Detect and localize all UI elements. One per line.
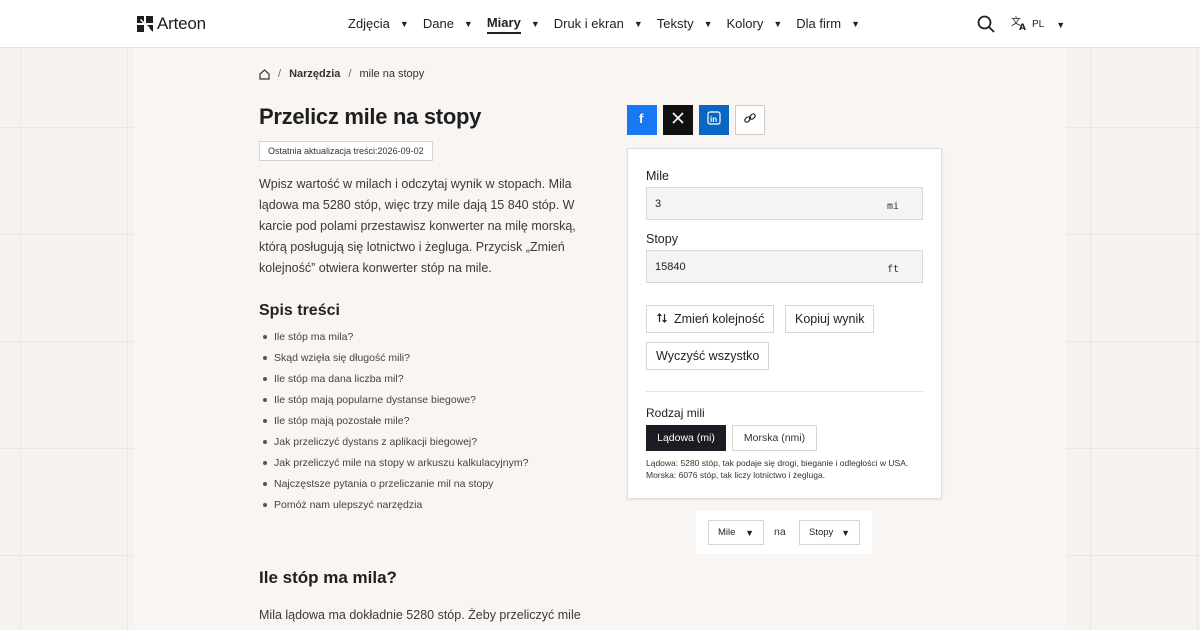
- chevron-down-icon: ▼: [841, 527, 850, 538]
- breadcrumb: / Narzędzia / mile na stopy: [259, 68, 424, 80]
- nav-item-dla-firm[interactable]: Dla firm ▼: [796, 0, 860, 48]
- nav-item-miary[interactable]: Miary ▼: [486, 0, 540, 48]
- miles-unit: mi: [886, 201, 899, 212]
- toc-title: Spis treści: [259, 302, 340, 319]
- search-icon[interactable]: [977, 15, 995, 33]
- nav-item-label: Dla firm: [796, 15, 842, 31]
- linkedin-share-button[interactable]: in: [699, 105, 729, 135]
- page-title: Przelicz mile na stopy: [259, 104, 482, 129]
- linkedin-icon: in: [707, 110, 721, 130]
- section-paragraph: Mila lądowa ma dokładnie 5280 stóp. Żeby…: [259, 608, 581, 622]
- copy-result-button[interactable]: Kopiuj wynik: [785, 305, 875, 333]
- chevron-down-icon: ▼: [773, 19, 783, 29]
- chevron-down-icon: ▼: [703, 19, 713, 29]
- to-unit-value: Stopy: [809, 527, 834, 538]
- facebook-icon: f: [635, 111, 649, 130]
- chevron-down-icon: ▼: [633, 19, 643, 29]
- share-buttons: f in: [627, 105, 765, 135]
- nav-item-teksty[interactable]: Teksty ▼: [657, 0, 713, 48]
- nav-item-label: Kolory: [726, 15, 764, 31]
- toc-link[interactable]: Ile stóp mają pozostałe mile?: [262, 413, 528, 434]
- chevron-down-icon: ▼: [851, 19, 860, 29]
- clear-all-button[interactable]: Wyczyść wszystko: [646, 342, 770, 370]
- nav-item-label: Druk i ekran: [553, 15, 624, 31]
- content-card: / Narzędzia / mile na stopy Przelicz mil…: [134, 48, 1066, 630]
- miles-field[interactable]: mi: [646, 187, 923, 220]
- section-heading: Ile stóp ma mila?: [259, 568, 397, 587]
- toc-link[interactable]: Jak przeliczyć mile na stopy w arkuszu k…: [262, 455, 528, 476]
- table-of-contents: Ile stóp ma mila? Skąd wzięła się długoś…: [262, 329, 528, 518]
- feet-input[interactable]: [647, 251, 877, 282]
- mile-kind-statute-button[interactable]: Lądowa (mi): [646, 425, 726, 451]
- breadcrumb-separator: /: [278, 68, 282, 80]
- x-icon: [671, 111, 685, 130]
- feet-field[interactable]: ft: [646, 250, 923, 283]
- intro-paragraph: Wpisz wartość w milach i odczytaj wynik …: [259, 177, 576, 275]
- last-updated-badge: Ostatnia aktualizacja treści:2026-09-02: [259, 141, 433, 161]
- nav-item-label: Miary: [486, 15, 521, 34]
- svg-text:in: in: [710, 115, 717, 124]
- miles-label: Mile: [646, 169, 669, 183]
- svg-text:f: f: [639, 111, 644, 125]
- chevron-down-icon: ▼: [463, 19, 473, 29]
- toc-link[interactable]: Ile stóp ma mila?: [262, 329, 528, 350]
- svg-text:A: A: [1019, 23, 1026, 31]
- link-icon: [743, 111, 757, 130]
- swap-order-button[interactable]: Zmień kolejność: [646, 305, 775, 333]
- logo-icon: [137, 16, 153, 32]
- chevron-down-icon: ▼: [745, 527, 754, 538]
- breadcrumb-section[interactable]: Narzędzia: [289, 68, 340, 80]
- converter-card: Mile mi Stopy ft Zmień kolejność Kopiuj …: [627, 148, 942, 499]
- chevron-down-icon: ▼: [1056, 19, 1066, 30]
- to-unit-select[interactable]: Stopy ▼: [799, 520, 860, 545]
- nav-item-label: Dane: [422, 15, 454, 31]
- logo[interactable]: Arteon: [137, 14, 206, 34]
- home-icon[interactable]: [259, 68, 270, 80]
- toc-link[interactable]: Jak przeliczyć dystans z aplikacji biego…: [262, 434, 528, 455]
- nav-item-dane[interactable]: Dane ▼: [423, 0, 473, 48]
- mile-kind-label: Rodzaj mili: [646, 406, 705, 420]
- chevron-down-icon: ▼: [530, 19, 540, 29]
- breadcrumb-separator: /: [348, 68, 352, 80]
- nav-item-zdjecia[interactable]: Zdjęcia ▼: [348, 0, 409, 48]
- miles-input[interactable]: [647, 188, 877, 219]
- toc-link[interactable]: Najczęstsze pytania o przeliczanie mil n…: [262, 476, 528, 497]
- breadcrumb-current: mile na stopy: [359, 68, 425, 80]
- mile-kind-hint: Lądowa: 5280 stóp, tak podaje się drogi,…: [646, 458, 909, 480]
- unit-connector: na: [774, 526, 786, 538]
- translate-icon: 文 A: [1011, 15, 1028, 34]
- from-unit-value: Mile: [718, 527, 736, 538]
- feet-label: Stopy: [646, 232, 678, 246]
- nav-item-label: Zdjęcia: [348, 15, 390, 31]
- swap-icon: [656, 312, 668, 327]
- toc-link[interactable]: Ile stóp mają popularne dystanse biegowe…: [262, 392, 528, 413]
- divider: [646, 391, 923, 392]
- from-unit-select[interactable]: Mile ▼: [708, 520, 764, 545]
- feet-unit: ft: [886, 264, 899, 275]
- nav-item-druk-i-ekran[interactable]: Druk i ekran ▼: [554, 0, 643, 48]
- logo-text: Arteon: [157, 14, 206, 33]
- x-share-button[interactable]: [663, 105, 693, 135]
- top-navigation-bar: Arteon Zdjęcia ▼ Dane ▼ Miary ▼ Druk i e…: [0, 0, 1200, 48]
- main-nav: Zdjęcia ▼ Dane ▼ Miary ▼ Druk i ekran ▼ …: [348, 0, 874, 48]
- toc-link[interactable]: Skąd wzięła się długość mili?: [262, 350, 528, 371]
- language-code: PL: [1032, 19, 1045, 30]
- unit-selector: Mile ▼ na Stopy ▼: [696, 511, 872, 554]
- language-switcher[interactable]: 文 A PL ▼: [1011, 15, 1065, 34]
- swap-order-label: Zmień kolejność: [674, 312, 765, 326]
- toc-link[interactable]: Ile stóp ma dana liczba mil?: [262, 371, 528, 392]
- copy-link-button[interactable]: [735, 105, 765, 135]
- facebook-share-button[interactable]: f: [627, 105, 657, 135]
- nav-item-label: Teksty: [656, 15, 694, 31]
- chevron-down-icon: ▼: [399, 19, 409, 29]
- nav-item-kolory[interactable]: Kolory ▼: [727, 0, 783, 48]
- toc-link[interactable]: Pomóż nam ulepszyć narzędzia: [262, 497, 528, 518]
- mile-kind-nautical-button[interactable]: Morska (nmi): [732, 425, 817, 451]
